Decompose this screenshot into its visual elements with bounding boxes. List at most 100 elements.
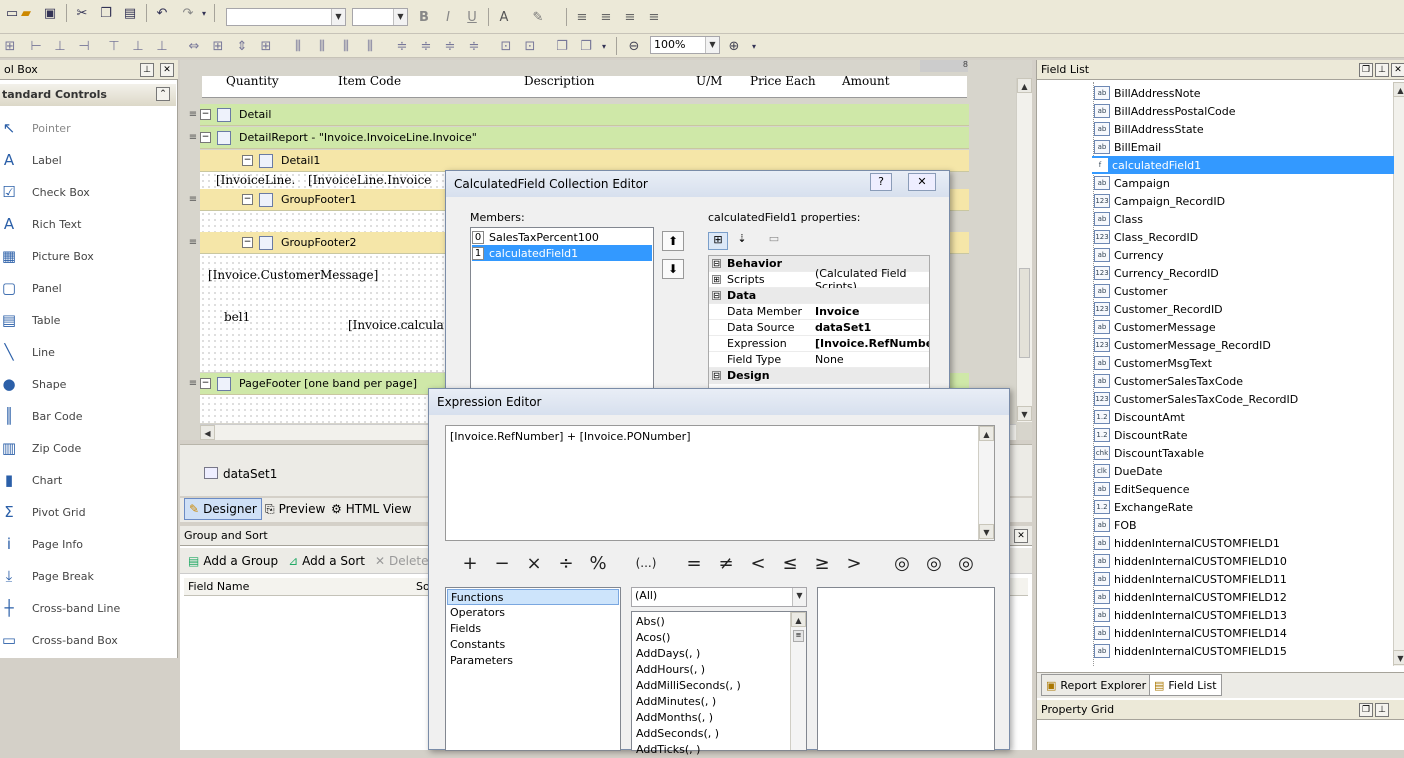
member-item[interactable]: 0 SalesTaxPercent100 [472, 229, 652, 245]
toolbox-item-cross-band-box[interactable]: ▭ Cross-band Box [0, 624, 176, 656]
band-detail1[interactable]: − Detail1 [200, 150, 969, 172]
toolbox-item-chart[interactable]: ▮ Chart [0, 464, 176, 496]
pin-icon[interactable]: ⊥ [1375, 63, 1389, 77]
operator-button[interactable]: ◎ [919, 549, 949, 577]
close-icon[interactable]: ✕ [160, 63, 174, 77]
field-item[interactable]: 1.2 DiscountAmt [1094, 408, 1394, 426]
h-spacing-remove-icon[interactable]: ⫼ [360, 36, 380, 56]
field-item[interactable]: ab BillEmail [1094, 138, 1394, 156]
operator-button[interactable]: (...) [631, 549, 661, 577]
operator-button[interactable]: ≠ [711, 549, 741, 577]
field-item[interactable]: ab hiddenInternalCUSTOMFIELD1 [1094, 534, 1394, 552]
operator-button[interactable]: − [487, 549, 517, 577]
toolbox-item-pivot-grid[interactable]: Σ Pivot Grid [0, 496, 176, 528]
operator-button[interactable]: × [519, 549, 549, 577]
function-item[interactable]: AddMinutes(, ) [636, 694, 716, 710]
scroll-up-icon[interactable]: ▲ [791, 612, 806, 627]
field-invoiceline2[interactable]: [InvoiceLine.Invoice [308, 173, 431, 187]
field-item[interactable]: ab BillAddressState [1094, 120, 1394, 138]
category-item[interactable]: Constants [447, 637, 619, 653]
align-tops-icon[interactable]: ⊤ [104, 36, 124, 56]
field-list-vscroll[interactable]: ▲ ▼ [1393, 82, 1404, 666]
zoom-out-icon[interactable]: ⊖ [624, 36, 644, 56]
same-height-icon[interactable]: ⇕ [232, 36, 252, 56]
expression-vscroll[interactable]: ▲ ▼ [978, 426, 994, 540]
expression-input[interactable]: [Invoice.RefNumber] + [Invoice.PONumber]… [445, 425, 995, 541]
underline-icon[interactable]: U [462, 7, 482, 27]
field-item[interactable]: ab hiddenInternalCUSTOMFIELD10 [1094, 552, 1394, 570]
font-name-combo[interactable]: ▼ [226, 8, 346, 26]
field-item[interactable]: ab hiddenInternalCUSTOMFIELD12 [1094, 588, 1394, 606]
function-vscroll[interactable]: ▲ ≡ [790, 612, 806, 750]
column-header[interactable]: Amount [842, 74, 890, 88]
toolbox-item-cross-band-line[interactable]: ┼ Cross-band Line [0, 592, 176, 624]
toolbox-item-shape[interactable]: ● Shape [0, 368, 176, 400]
function-item[interactable]: AddSeconds(, ) [636, 726, 719, 742]
field-item[interactable]: ab hiddenInternalCUSTOMFIELD15 [1094, 642, 1394, 660]
field-item[interactable]: ab BillAddressNote [1094, 84, 1394, 102]
field-item[interactable]: 123 Campaign_RecordID [1094, 192, 1394, 210]
column-header[interactable]: Quantity [226, 74, 279, 88]
property-value[interactable]: [Invoice.RefNumber] [815, 337, 929, 350]
align-right-icon[interactable]: ≡ [620, 7, 640, 27]
collapse-icon[interactable]: ⊟ [712, 371, 721, 380]
h-spacing-increase-icon[interactable]: ⫼ [312, 36, 332, 56]
collapse-icon[interactable]: − [200, 132, 211, 143]
property-pages-icon[interactable]: ▭ [764, 232, 784, 250]
operator-button[interactable]: > [839, 549, 869, 577]
scroll-down-icon[interactable]: ▼ [1017, 406, 1032, 421]
align-centers-icon[interactable]: ⊥ [50, 36, 70, 56]
align-middles-icon[interactable]: ⊥ [128, 36, 148, 56]
collapse-icon[interactable]: ⌃ [156, 87, 170, 101]
function-item[interactable]: AddDays(, ) [636, 646, 700, 662]
pin-icon[interactable]: ⊥ [140, 63, 154, 77]
toolbox-item-page-info[interactable]: i Page Info [0, 528, 176, 560]
center-horizontally-icon[interactable]: ⊡ [496, 36, 516, 56]
open-folder-icon[interactable]: ▰ [16, 3, 36, 23]
col-field-name[interactable]: Field Name [188, 580, 249, 593]
toolbox-item-zip-code[interactable]: ▥ Zip Code [0, 432, 176, 464]
field-item[interactable]: ab CustomerMessage [1094, 318, 1394, 336]
paste-icon[interactable]: ▤ [120, 3, 140, 23]
field-item[interactable]: ab Campaign [1094, 174, 1394, 192]
field-item[interactable]: 123 Currency_RecordID [1094, 264, 1394, 282]
collapse-icon[interactable]: ⊟ [712, 291, 721, 300]
field-invoice-calculated[interactable]: [Invoice.calcula [348, 318, 444, 332]
delete-button[interactable]: Delete [389, 554, 428, 568]
band-detail-report[interactable]: − DetailReport - "Invoice.InvoiceLine.Inv… [200, 127, 969, 149]
category-item[interactable]: Functions [447, 589, 619, 605]
collapse-icon[interactable]: − [242, 155, 253, 166]
property-row[interactable]: ⊟ Design [709, 368, 929, 384]
font-color-icon[interactable]: A [494, 7, 514, 27]
property-row[interactable]: ⊞ Scripts (Calculated Field Scripts) [709, 267, 929, 293]
chevron-down-icon[interactable]: ▼ [792, 588, 806, 606]
align-rights-icon[interactable]: ⊣ [74, 36, 94, 56]
category-item[interactable]: Parameters [447, 653, 619, 669]
field-item[interactable]: ab CustomerSalesTaxCode [1094, 372, 1394, 390]
function-item[interactable]: AddMonths(, ) [636, 710, 713, 726]
v-spacing-increase-icon[interactable]: ≑ [416, 36, 436, 56]
toolbox-item-table[interactable]: ▤ Table [0, 304, 176, 336]
redo-icon[interactable]: ↷ [178, 3, 198, 23]
pin-icon[interactable]: ⊥ [1375, 703, 1389, 717]
operator-button[interactable]: ◎ [887, 549, 917, 577]
field-item[interactable]: 123 Customer_RecordID [1094, 300, 1394, 318]
field-item[interactable]: 123 CustomerMessage_RecordID [1094, 336, 1394, 354]
toolbox-item-pointer[interactable]: ↖ Pointer [0, 112, 176, 144]
scroll-up-icon[interactable]: ▲ [1017, 78, 1032, 93]
property-row[interactable]: ⊟ Data [709, 288, 929, 304]
move-up-button[interactable]: ⬆ [662, 231, 684, 251]
zoom-combo[interactable]: 100% ▼ [650, 36, 720, 54]
add-sort-button[interactable]: Add a Sort [302, 554, 365, 568]
cut-icon[interactable]: ✂ [72, 3, 92, 23]
same-size-icon[interactable]: ⊞ [256, 36, 276, 56]
dataset1-item[interactable]: dataSet1 [223, 467, 277, 481]
toolbox-item-bar-code[interactable]: ║ Bar Code [0, 400, 176, 432]
toolbox-item-check-box[interactable]: ☑ Check Box [0, 176, 176, 208]
field-item[interactable]: ab EditSequence [1094, 480, 1394, 498]
property-row[interactable]: Field Type None [709, 352, 929, 368]
function-item[interactable]: AddHours(, ) [636, 662, 705, 678]
function-filter-combo[interactable]: (All) ▼ [631, 587, 807, 607]
column-header[interactable]: U/M [696, 74, 722, 88]
members-list[interactable]: 0 SalesTaxPercent100 1 calculatedField1 [470, 227, 654, 399]
